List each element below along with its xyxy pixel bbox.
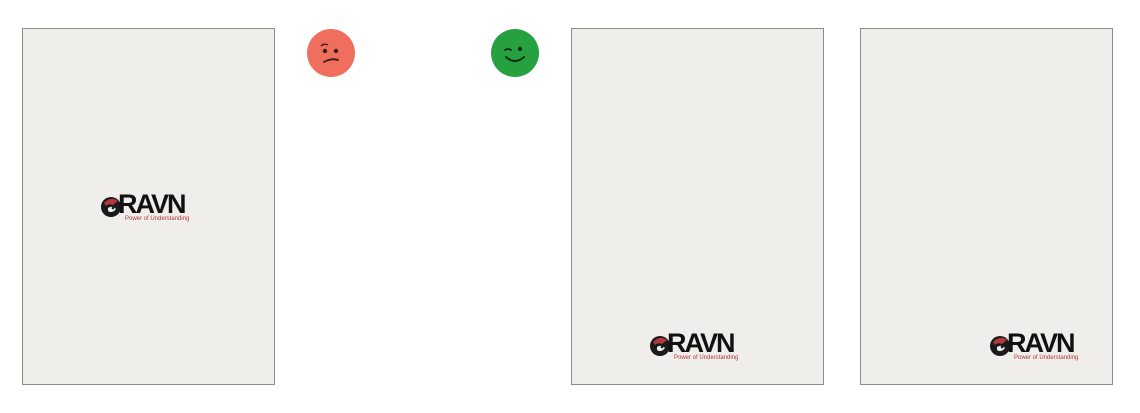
- document-page-logo-bottom: RAVN Power of Understanding: [571, 28, 824, 385]
- winking-smile-icon: [491, 29, 539, 77]
- ravn-logo: RAVN Power of Understanding: [649, 328, 747, 366]
- ravn-tagline: Power of Understanding: [674, 355, 739, 361]
- document-page-logo-centered: RAVN Power of Understanding: [22, 28, 275, 385]
- ravn-tagline: Power of Understanding: [125, 216, 190, 222]
- confused-face-icon: [307, 29, 355, 77]
- ravn-tagline: Power of Understanding: [1014, 355, 1079, 361]
- ravn-logo: RAVN Power of Understanding: [100, 189, 198, 227]
- document-page-logo-bottom-right: RAVN Power of Understanding: [860, 28, 1113, 385]
- ravn-logo: RAVN Power of Understanding: [989, 328, 1087, 366]
